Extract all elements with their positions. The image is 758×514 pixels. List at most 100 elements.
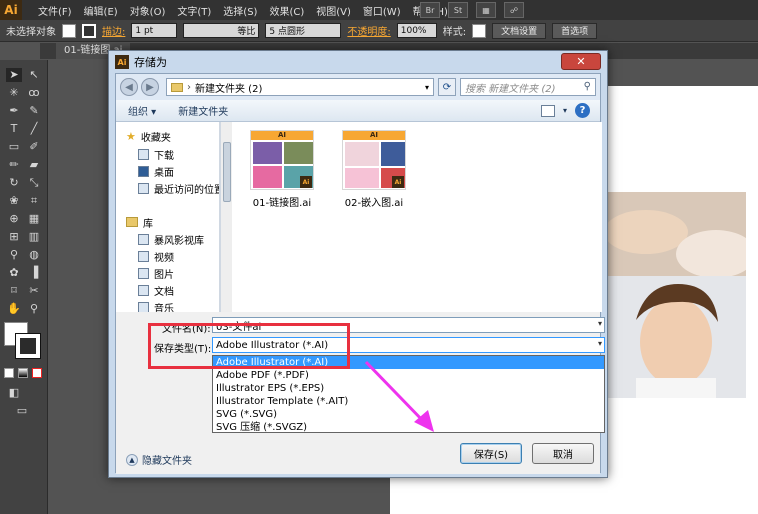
opacity-field[interactable]: 100% — [396, 23, 437, 38]
gradient-tool-icon[interactable]: ▥ — [26, 230, 42, 244]
style-swatch[interactable] — [472, 23, 487, 38]
type-option[interactable]: SVG 压缩 (*.SVGZ) — [213, 421, 604, 434]
search-input[interactable]: 搜索 新建文件夹 (2) ⚲ — [460, 78, 596, 96]
search-icon[interactable]: ⚲ — [584, 81, 591, 92]
stroke-label[interactable]: 描边: — [102, 23, 125, 38]
screen-mode-icon[interactable]: ▭ — [14, 404, 30, 418]
organize-button[interactable]: 组织 ▾ — [128, 103, 156, 118]
menu-edit[interactable]: 编辑(E) — [78, 3, 124, 18]
menu-window[interactable]: 窗口(W) — [357, 3, 407, 18]
shape-builder-icon[interactable]: ⊕ — [6, 212, 22, 226]
forward-icon[interactable]: ▶ — [141, 78, 159, 96]
magic-wand-icon[interactable]: ✳ — [6, 86, 22, 100]
nav-music[interactable]: 音乐 — [138, 299, 174, 312]
fill-swatch[interactable] — [62, 23, 76, 38]
selection-tool-icon[interactable]: ➤ — [6, 68, 22, 82]
direct-selection-tool-icon[interactable]: ↖ — [26, 68, 42, 82]
pen-tool-icon[interactable]: ✒ — [6, 104, 22, 118]
lasso-icon[interactable]: ꝏ — [26, 86, 42, 100]
opacity-label[interactable]: 不透明度: — [347, 23, 390, 38]
nav-scroll-thumb[interactable] — [223, 142, 231, 202]
preferences-button[interactable]: 首选项 — [552, 22, 598, 39]
zoom-tool-icon[interactable]: ⚲ — [26, 302, 42, 316]
dialog-close-button[interactable]: ✕ — [561, 53, 601, 70]
stroke-color-box[interactable] — [15, 333, 41, 359]
warp-tool-icon[interactable]: ❀ — [6, 194, 22, 208]
breadcrumb[interactable]: 新建文件夹 (2) — [195, 80, 262, 95]
save-type-dropdown-icon[interactable]: ▾ — [598, 339, 602, 348]
cancel-button[interactable]: 取消 — [532, 443, 594, 464]
rotate-tool-icon[interactable]: ↻ — [6, 176, 22, 190]
file-item[interactable]: AI Ai 01-链接图.ai — [242, 130, 322, 209]
nav-documents[interactable]: 文档 — [138, 282, 174, 298]
stock-button[interactable]: St — [448, 2, 468, 18]
nav-label: 桌面 — [154, 167, 174, 179]
stroke-swatch[interactable] — [82, 23, 96, 38]
blend-tool-icon[interactable]: ◍ — [26, 248, 42, 262]
nav-storm-video[interactable]: 暴风影视库 — [138, 231, 204, 247]
color-mode-swatch[interactable] — [4, 368, 14, 378]
graph-tool-icon[interactable]: ▐ — [26, 266, 42, 280]
address-bar[interactable]: › 新建文件夹 (2) ▾ — [166, 78, 434, 96]
free-transform-icon[interactable]: ⌗ — [26, 194, 42, 208]
help-icon[interactable]: ? — [575, 103, 590, 118]
perspective-grid-icon[interactable]: ▦ — [26, 212, 42, 226]
variable-width-field[interactable]: 等比 — [183, 23, 260, 38]
navigation-pane: ★ 收藏夹 下载 桌面 最近访问的位置 库 暴风影视库 视频 图片 文档 音乐 — [116, 122, 220, 312]
curvature-tool-icon[interactable]: ✎ — [26, 104, 42, 118]
type-option[interactable]: Adobe PDF (*.PDF) — [213, 369, 604, 382]
symbol-sprayer-icon[interactable]: ✿ — [6, 266, 22, 280]
nav-desktop[interactable]: 桌面 — [138, 163, 174, 179]
paintbrush-tool-icon[interactable]: ✐ — [26, 140, 42, 154]
arrange-icon[interactable]: ▦ — [476, 2, 496, 18]
address-dropdown-icon[interactable]: ▾ — [425, 83, 429, 92]
save-button[interactable]: 保存(S) — [460, 443, 522, 464]
hand-tool-icon[interactable]: ✋ — [6, 302, 22, 316]
refresh-icon[interactable]: ⟳ — [438, 78, 456, 96]
dialog-app-icon: Ai — [115, 55, 129, 69]
menu-effect[interactable]: 效果(C) — [263, 3, 310, 18]
none-mode-swatch[interactable] — [32, 368, 42, 378]
slice-tool-icon[interactable]: ✂ — [26, 284, 42, 298]
bridge-button[interactable]: Br — [420, 2, 440, 18]
sync-icon[interactable]: ☍ — [504, 2, 524, 18]
eraser-tool-icon[interactable]: ▰ — [26, 158, 42, 172]
nav-downloads[interactable]: 下载 — [138, 146, 174, 162]
menu-select[interactable]: 选择(S) — [217, 3, 263, 18]
nav-recent[interactable]: 最近访问的位置 — [138, 180, 219, 196]
scale-tool-icon[interactable]: ⤡ — [26, 176, 42, 190]
nav-library[interactable]: 库 — [126, 214, 153, 230]
hide-folders-button[interactable]: ▲ 隐藏文件夹 — [126, 452, 192, 467]
back-icon[interactable]: ◀ — [120, 78, 138, 96]
document-setup-button[interactable]: 文档设置 — [492, 22, 547, 39]
gradient-mode-swatch[interactable] — [18, 368, 28, 378]
mesh-tool-icon[interactable]: ⊞ — [6, 230, 22, 244]
nav-videos[interactable]: 视频 — [138, 248, 174, 264]
menu-view[interactable]: 视图(V) — [310, 3, 357, 18]
type-option[interactable]: Illustrator Template (*.AIT) — [213, 395, 604, 408]
file-item[interactable]: AI Ai 02-嵌入图.ai — [334, 130, 414, 209]
nav-pictures[interactable]: 图片 — [138, 265, 174, 281]
new-folder-button[interactable]: 新建文件夹 — [178, 103, 228, 118]
view-dropdown-icon[interactable]: ▾ — [563, 106, 567, 115]
dialog-titlebar[interactable]: Ai 存储为 — [109, 51, 607, 73]
artboard-tool-icon[interactable]: ⌑ — [6, 284, 22, 298]
type-option[interactable]: SVG (*.SVG) — [213, 408, 604, 421]
type-tool-icon[interactable]: T — [6, 122, 22, 136]
menu-object[interactable]: 对象(O) — [124, 3, 172, 18]
thumbnail-tag: AI — [343, 131, 405, 140]
menu-file[interactable]: 文件(F) — [32, 3, 78, 18]
eyedropper-icon[interactable]: ⚲ — [6, 248, 22, 262]
line-tool-icon[interactable]: ╱ — [26, 122, 42, 136]
stroke-weight-field[interactable]: 1 pt — [131, 23, 178, 38]
draw-mode-icon[interactable]: ◧ — [6, 386, 22, 400]
nav-scrollbar[interactable] — [220, 122, 232, 312]
filename-dropdown-icon[interactable]: ▾ — [598, 319, 602, 328]
menu-type[interactable]: 文字(T) — [171, 3, 217, 18]
rectangle-tool-icon[interactable]: ▭ — [6, 140, 22, 154]
nav-favorites[interactable]: ★ 收藏夹 — [126, 128, 171, 144]
view-options-icon[interactable] — [540, 104, 555, 117]
brush-field[interactable]: 5 点圆形 — [265, 23, 342, 38]
pencil-tool-icon[interactable]: ✏ — [6, 158, 22, 172]
type-option[interactable]: Illustrator EPS (*.EPS) — [213, 382, 604, 395]
